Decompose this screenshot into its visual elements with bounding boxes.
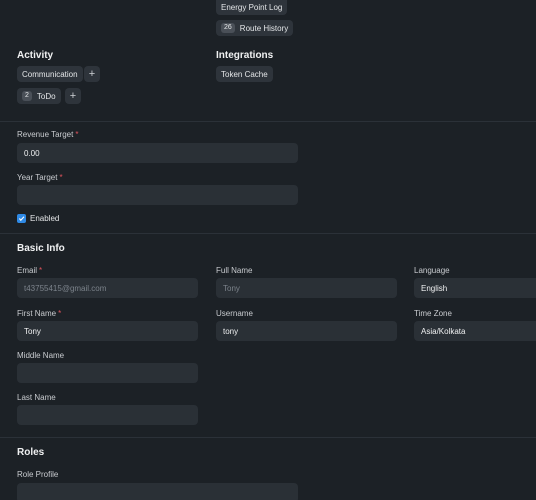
link-count-badge: 2 (22, 91, 32, 101)
enabled-label: Enabled (30, 214, 60, 223)
time-zone-select[interactable]: Asia/Kolkata (414, 321, 536, 341)
year-target-label: Year Target * (17, 173, 63, 182)
checkmark-icon (18, 216, 25, 222)
full-name-field[interactable]: Tony (216, 278, 397, 298)
link-todo[interactable]: 2 ToDo (17, 88, 61, 104)
language-select[interactable]: English (414, 278, 536, 298)
role-profile-input[interactable] (17, 483, 298, 500)
language-label: Language (414, 266, 450, 275)
email-field[interactable]: t43755415@gmail.com (17, 278, 198, 298)
middle-name-label: Middle Name (17, 351, 65, 360)
revenue-target-label: Revenue Target * (17, 130, 79, 139)
username-label: Username (216, 309, 253, 318)
link-label: Route History (239, 23, 289, 33)
link-token-cache[interactable]: Token Cache (216, 66, 273, 82)
link-label: Communication (22, 69, 78, 79)
username-input[interactable]: tony (216, 321, 397, 341)
first-name-input[interactable]: Tony (17, 321, 198, 341)
basic-info-title: Basic Info (17, 243, 65, 254)
link-label: Energy Point Log (221, 3, 283, 12)
full-name-label: Full Name (216, 266, 253, 275)
year-target-input[interactable] (17, 185, 298, 205)
section-divider (0, 121, 536, 122)
link-communication[interactable]: Communication (17, 66, 83, 82)
email-label: Email * (17, 266, 43, 275)
plus-icon: + (88, 68, 96, 80)
add-communication-button[interactable]: + (84, 66, 100, 82)
last-name-input[interactable] (17, 405, 198, 425)
section-divider (0, 233, 536, 234)
link-label: Token Cache (221, 69, 268, 79)
link-energy-point-log[interactable]: Energy Point Log (216, 0, 288, 15)
time-zone-label: Time Zone (414, 309, 452, 318)
enabled-checkbox[interactable] (17, 214, 26, 223)
roles-title: Roles (17, 447, 45, 458)
link-label: ToDo (36, 91, 56, 101)
middle-name-input[interactable] (17, 363, 198, 383)
plus-icon: + (69, 90, 77, 102)
integrations-title: Integrations (216, 50, 274, 61)
section-divider (0, 437, 536, 438)
first-name-label: First Name * (17, 309, 62, 318)
revenue-target-input[interactable]: 0.00 (17, 143, 298, 163)
link-count-badge: 26 (221, 23, 235, 33)
add-todo-button[interactable]: + (65, 88, 81, 104)
role-profile-label: Role Profile (17, 470, 59, 479)
link-route-history[interactable]: 26 Route History (216, 20, 294, 36)
activity-title: Activity (17, 50, 54, 61)
last-name-label: Last Name (17, 393, 56, 402)
